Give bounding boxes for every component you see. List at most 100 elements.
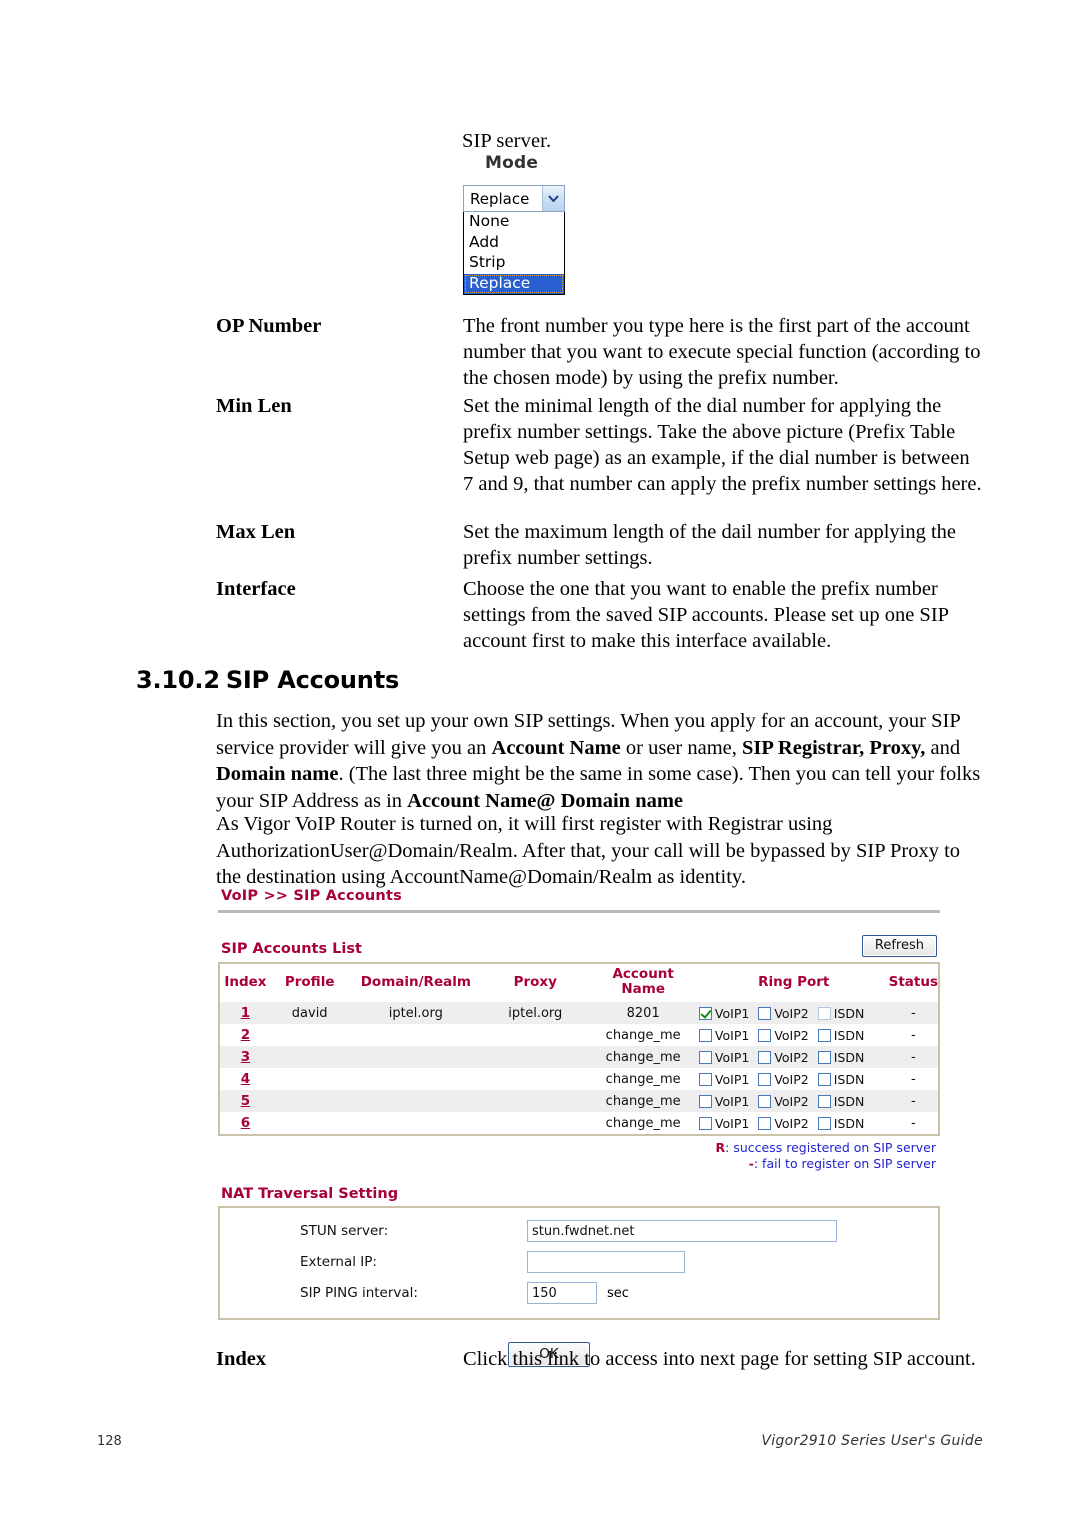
cell-profile: [271, 1024, 349, 1046]
column-header-profile: Profile: [270, 963, 349, 1002]
column-header-domain-realm: Domain/Realm: [348, 963, 484, 1002]
ring-port-option-voip2[interactable]: VoIP2: [758, 1072, 809, 1087]
mode-option-replace[interactable]: Replace: [464, 273, 564, 294]
index-link[interactable]: 3: [241, 1049, 250, 1065]
cell-domain-realm: [348, 1046, 484, 1068]
section-number: 3.10.2: [136, 666, 220, 694]
checkbox-voip2[interactable]: [758, 1116, 772, 1130]
checkbox-voip1[interactable]: [698, 1050, 712, 1064]
table-header-row: Index Profile Domain/Realm Proxy Account…: [219, 963, 939, 1002]
sip-server-caption: SIP server.: [462, 130, 552, 152]
checkbox-label: ISDN: [833, 1049, 865, 1065]
checkbox-isdn[interactable]: [817, 1072, 831, 1086]
stun-server-input[interactable]: [527, 1220, 837, 1242]
sip-ping-unit-label: sec: [607, 1285, 629, 1301]
ring-port-option-voip2[interactable]: VoIP2: [758, 1116, 809, 1131]
checkbox-label: ISDN: [833, 1115, 865, 1131]
sip-accounts-list-title: SIP Accounts List: [221, 941, 362, 957]
ring-port-option-voip1[interactable]: VoIP1: [698, 1116, 749, 1131]
ring-port-option-isdn[interactable]: ISDN: [817, 1049, 865, 1065]
checkbox-voip1[interactable]: [698, 1028, 712, 1042]
mode-option-none[interactable]: None: [464, 212, 564, 233]
cell-proxy: [483, 1068, 587, 1090]
mode-select-value: Replace: [470, 189, 530, 208]
stun-server-label: STUN server:: [300, 1223, 389, 1239]
external-ip-input[interactable]: [527, 1251, 685, 1273]
cell-ring-port: VoIP1 VoIP2 ISDN: [698, 1046, 889, 1068]
definition-term: Interface: [216, 578, 296, 600]
chevron-down-icon[interactable]: [542, 186, 564, 211]
ring-port-option-voip1[interactable]: VoIP1: [698, 1005, 750, 1021]
checkbox-label: ISDN: [833, 1005, 865, 1021]
cell-account-name: change_me: [605, 1071, 681, 1087]
mode-option-strip[interactable]: Strip: [464, 253, 564, 274]
mode-option-add[interactable]: Add: [464, 233, 564, 254]
mode-select-options[interactable]: None Add Strip Replace: [463, 212, 565, 295]
ring-port-option-isdn[interactable]: ISDN: [817, 1005, 865, 1021]
ring-port-option-isdn[interactable]: ISDN: [817, 1094, 864, 1109]
ring-port-option-isdn[interactable]: ISDN: [817, 1072, 864, 1087]
checkbox-voip1[interactable]: [698, 1116, 712, 1130]
checkbox-voip1[interactable]: [698, 1006, 712, 1020]
cell-ring-port: VoIP1 VoIP2 ISDN: [698, 1068, 889, 1090]
checkbox-label: VoIP1: [714, 1005, 750, 1021]
sip-ping-interval-input[interactable]: [527, 1282, 597, 1304]
term-domain-name: Domain name: [216, 763, 339, 786]
checkbox-isdn[interactable]: [817, 1006, 831, 1020]
ring-port-option-voip1[interactable]: VoIP1: [698, 1028, 749, 1043]
table-row: 4 change_me VoIP1 VoIP2 ISDN -: [219, 1068, 939, 1090]
checkbox-isdn[interactable]: [817, 1028, 831, 1042]
term-sip-registrar-proxy: SIP Registrar, Proxy,: [742, 736, 926, 759]
ring-port-option-voip1[interactable]: VoIP1: [698, 1094, 749, 1109]
cell-index: 5: [219, 1090, 271, 1112]
status-legend: R: success registered on SIP server -: f…: [218, 1140, 940, 1172]
external-ip-row: External IP:: [220, 1251, 938, 1273]
ring-port-option-voip2[interactable]: VoIP2: [758, 1005, 809, 1021]
cell-domain-realm: [348, 1024, 483, 1046]
table-row: 5 change_me VoIP1 VoIP2 ISDN -: [219, 1090, 939, 1112]
index-link[interactable]: 5: [241, 1093, 250, 1109]
checkbox-isdn[interactable]: [817, 1094, 831, 1108]
legend-line-fail: -: fail to register on SIP server: [218, 1156, 936, 1172]
checkbox-voip2[interactable]: [758, 1072, 772, 1086]
checkbox-voip2[interactable]: [758, 1028, 772, 1042]
breadcrumb: VoIP >> SIP Accounts: [221, 888, 402, 904]
router-web-ui-screenshot: VoIP >> SIP Accounts SIP Accounts List R…: [218, 888, 940, 1367]
definition-row-min-len: Min Len Set the minimal length of the di…: [216, 393, 996, 497]
legend-r-text: : success registered on SIP server: [725, 1140, 936, 1155]
checkbox-isdn[interactable]: [817, 1116, 831, 1130]
ring-port-option-voip1[interactable]: VoIP1: [698, 1072, 749, 1087]
index-link[interactable]: 6: [241, 1115, 250, 1131]
mode-select-closed[interactable]: Replace: [463, 185, 565, 212]
checkbox-voip1[interactable]: [698, 1094, 712, 1108]
checkbox-voip2[interactable]: [758, 1094, 772, 1108]
ring-port-option-voip2[interactable]: VoIP2: [758, 1028, 809, 1043]
term-sip-address-format: Account Name@ Domain name: [407, 789, 684, 812]
index-link[interactable]: 4: [241, 1071, 250, 1087]
ring-port-option-voip1[interactable]: VoIP1: [698, 1050, 749, 1065]
checkbox-voip2[interactable]: [758, 1006, 772, 1020]
checkbox-isdn[interactable]: [817, 1050, 831, 1064]
cell-domain-realm: iptel.org: [348, 1002, 484, 1024]
checkbox-voip2[interactable]: [758, 1050, 772, 1064]
index-link[interactable]: 1: [241, 1005, 250, 1021]
ring-port-option-voip2[interactable]: VoIP2: [758, 1094, 809, 1109]
sip-ping-interval-row: SIP PING interval: sec: [220, 1282, 938, 1304]
ring-port-option-isdn[interactable]: ISDN: [817, 1028, 864, 1043]
mode-select-widget[interactable]: Replace None Add Strip Replace: [463, 185, 565, 295]
checkbox-voip1[interactable]: [698, 1072, 712, 1086]
registrar-paragraph: As Vigor VoIP Router is turned on, it wi…: [216, 813, 961, 889]
ring-port-option-voip2[interactable]: VoIP2: [758, 1050, 809, 1065]
definition-desc: Choose the one that you want to enable t…: [463, 578, 949, 652]
column-header-index: Index: [219, 963, 271, 1002]
page-number: 128: [97, 1434, 122, 1449]
index-link[interactable]: 2: [241, 1027, 250, 1043]
cell-status: -: [910, 1027, 916, 1043]
refresh-button[interactable]: Refresh: [861, 935, 937, 957]
column-header-status: Status: [888, 963, 939, 1002]
cell-ring-port: VoIP1 VoIP2 ISDN: [698, 1090, 889, 1112]
cell-proxy: [483, 1024, 587, 1046]
ring-port-option-isdn[interactable]: ISDN: [817, 1115, 865, 1131]
checkbox-label: VoIP2: [774, 1005, 809, 1021]
intro-paragraph: In this section, you set up your own SIP…: [216, 708, 984, 814]
